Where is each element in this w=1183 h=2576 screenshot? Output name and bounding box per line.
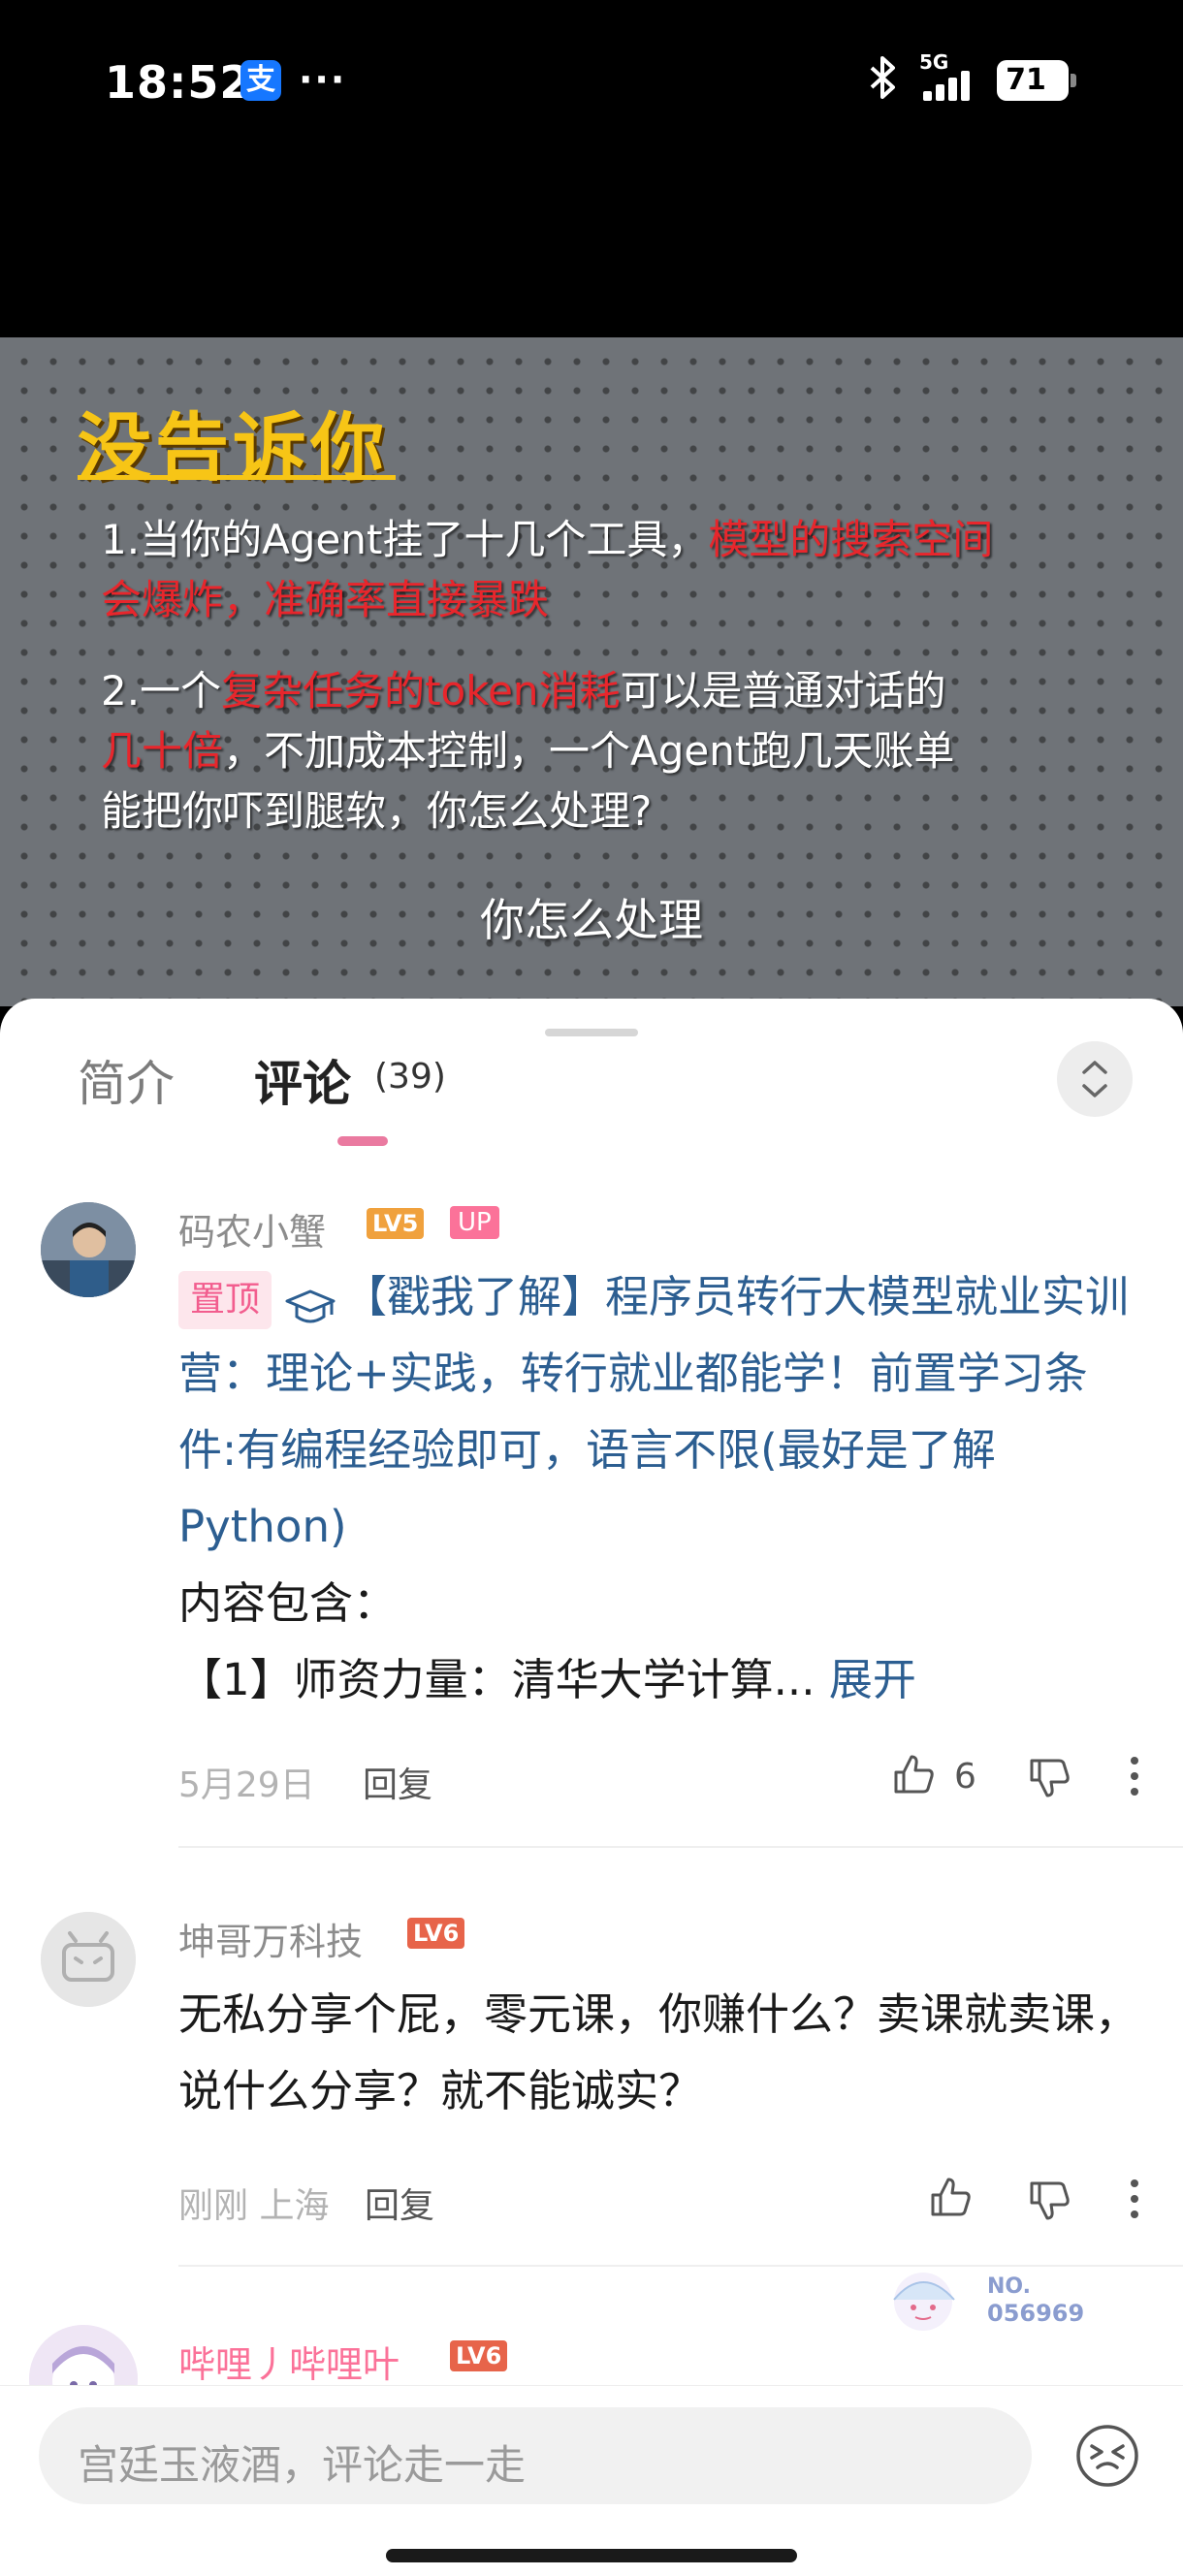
level-badge: LV6 bbox=[407, 1918, 465, 1949]
expand-button[interactable]: 展开 bbox=[829, 1654, 916, 1705]
drag-handle[interactable] bbox=[545, 1029, 638, 1036]
video-point-1: 1.当你的Agent挂了十几个工具，模型的搜索空间 会爆炸，准确率直接暴跌 bbox=[101, 516, 994, 623]
comment-text: 无私分享个屁，零元课，你赚什么？卖课就卖课，说什么分享？就不能诚实？ bbox=[178, 1988, 1139, 2116]
thumb-down-icon[interactable] bbox=[1026, 1755, 1072, 1801]
video-player[interactable]: 没告诉你 1.当你的Agent挂了十几个工具，模型的搜索空间 会爆炸，准确率直接… bbox=[0, 337, 1183, 1006]
bluetooth-icon bbox=[866, 56, 901, 109]
comment-input[interactable]: 宫廷玉液酒，评论走一走 bbox=[39, 2407, 1032, 2504]
username[interactable]: 码农小蟹 bbox=[178, 1202, 326, 1256]
status-bar: 18:52 支 ··· 5G 71 bbox=[0, 0, 1183, 165]
thumb-down-icon[interactable] bbox=[1026, 2178, 1072, 2224]
level-badge: LV6 bbox=[450, 2340, 508, 2371]
divider bbox=[178, 1846, 1183, 1848]
comment-input-placeholder: 宫廷玉液酒，评论走一走 bbox=[78, 2441, 527, 2489]
username[interactable]: 坤哥万科技 bbox=[178, 1912, 363, 1965]
emoji-icon[interactable] bbox=[1074, 2423, 1140, 2489]
alipay-notification-icon: 支 bbox=[240, 60, 281, 101]
graduation-cap-icon bbox=[283, 1277, 337, 1323]
status-time: 18:52 bbox=[105, 56, 252, 109]
comment-composer: 宫廷玉液酒，评论走一走 bbox=[0, 2385, 1183, 2576]
more-notifications-icon: ··· bbox=[299, 58, 347, 101]
comment-count: (39) bbox=[374, 1057, 446, 1097]
reply-button[interactable]: 回复 bbox=[365, 2178, 434, 2228]
level-badge: LV5 bbox=[367, 1208, 425, 1239]
tab-comments[interactable]: 评论 bbox=[254, 1045, 351, 1115]
sort-icon[interactable] bbox=[1057, 1041, 1133, 1117]
battery-level: 71 bbox=[1006, 63, 1046, 97]
comment-location: 上海 bbox=[259, 2186, 330, 2226]
avatar[interactable] bbox=[41, 1912, 136, 2007]
username[interactable]: 哔哩丿哔哩叶 bbox=[178, 2335, 400, 2388]
tab-indicator bbox=[337, 1136, 388, 1146]
battery-icon: 71 bbox=[997, 60, 1076, 101]
avatar[interactable] bbox=[41, 1202, 136, 1297]
up-badge: UP bbox=[450, 1206, 499, 1239]
more-icon[interactable] bbox=[1129, 1757, 1140, 1799]
comments-panel: 简介 评论 (39) 码农小蟹 LV5 UP 置顶 【戳我了解】程序员转行大模型就… bbox=[0, 999, 1183, 2575]
thumb-up-icon[interactable] bbox=[890, 1751, 937, 1797]
more-icon[interactable] bbox=[1129, 2179, 1140, 2222]
home-indicator[interactable] bbox=[386, 2549, 797, 2562]
pinned-badge: 置顶 bbox=[178, 1271, 272, 1329]
fan-badge-sticker: NO. 056969 bbox=[865, 2261, 1088, 2348]
signal-icon bbox=[923, 71, 981, 101]
reply-button[interactable]: 回复 bbox=[363, 1757, 432, 1807]
tab-intro[interactable]: 简介 bbox=[78, 1045, 175, 1115]
network-type: 5G bbox=[919, 50, 949, 74]
comment-text: 置顶 【戳我了解】程序员转行大模型就业实训营：理论+实践，转行就业都能学！前置学习… bbox=[178, 1271, 1130, 1705]
video-subtitle: 你怎么处理 bbox=[480, 894, 703, 946]
comment-date: 5月29日 bbox=[178, 1765, 315, 1805]
comment-date: 刚刚 上海 bbox=[178, 2186, 330, 2226]
title-underline bbox=[78, 475, 396, 480]
thumb-up-icon[interactable] bbox=[927, 2174, 974, 2220]
like-count: 6 bbox=[954, 1757, 976, 1797]
video-point-2: 2.一个复杂任务的token消耗可以是普通对话的 几十倍，不加成本控制，一个Ag… bbox=[101, 667, 955, 835]
